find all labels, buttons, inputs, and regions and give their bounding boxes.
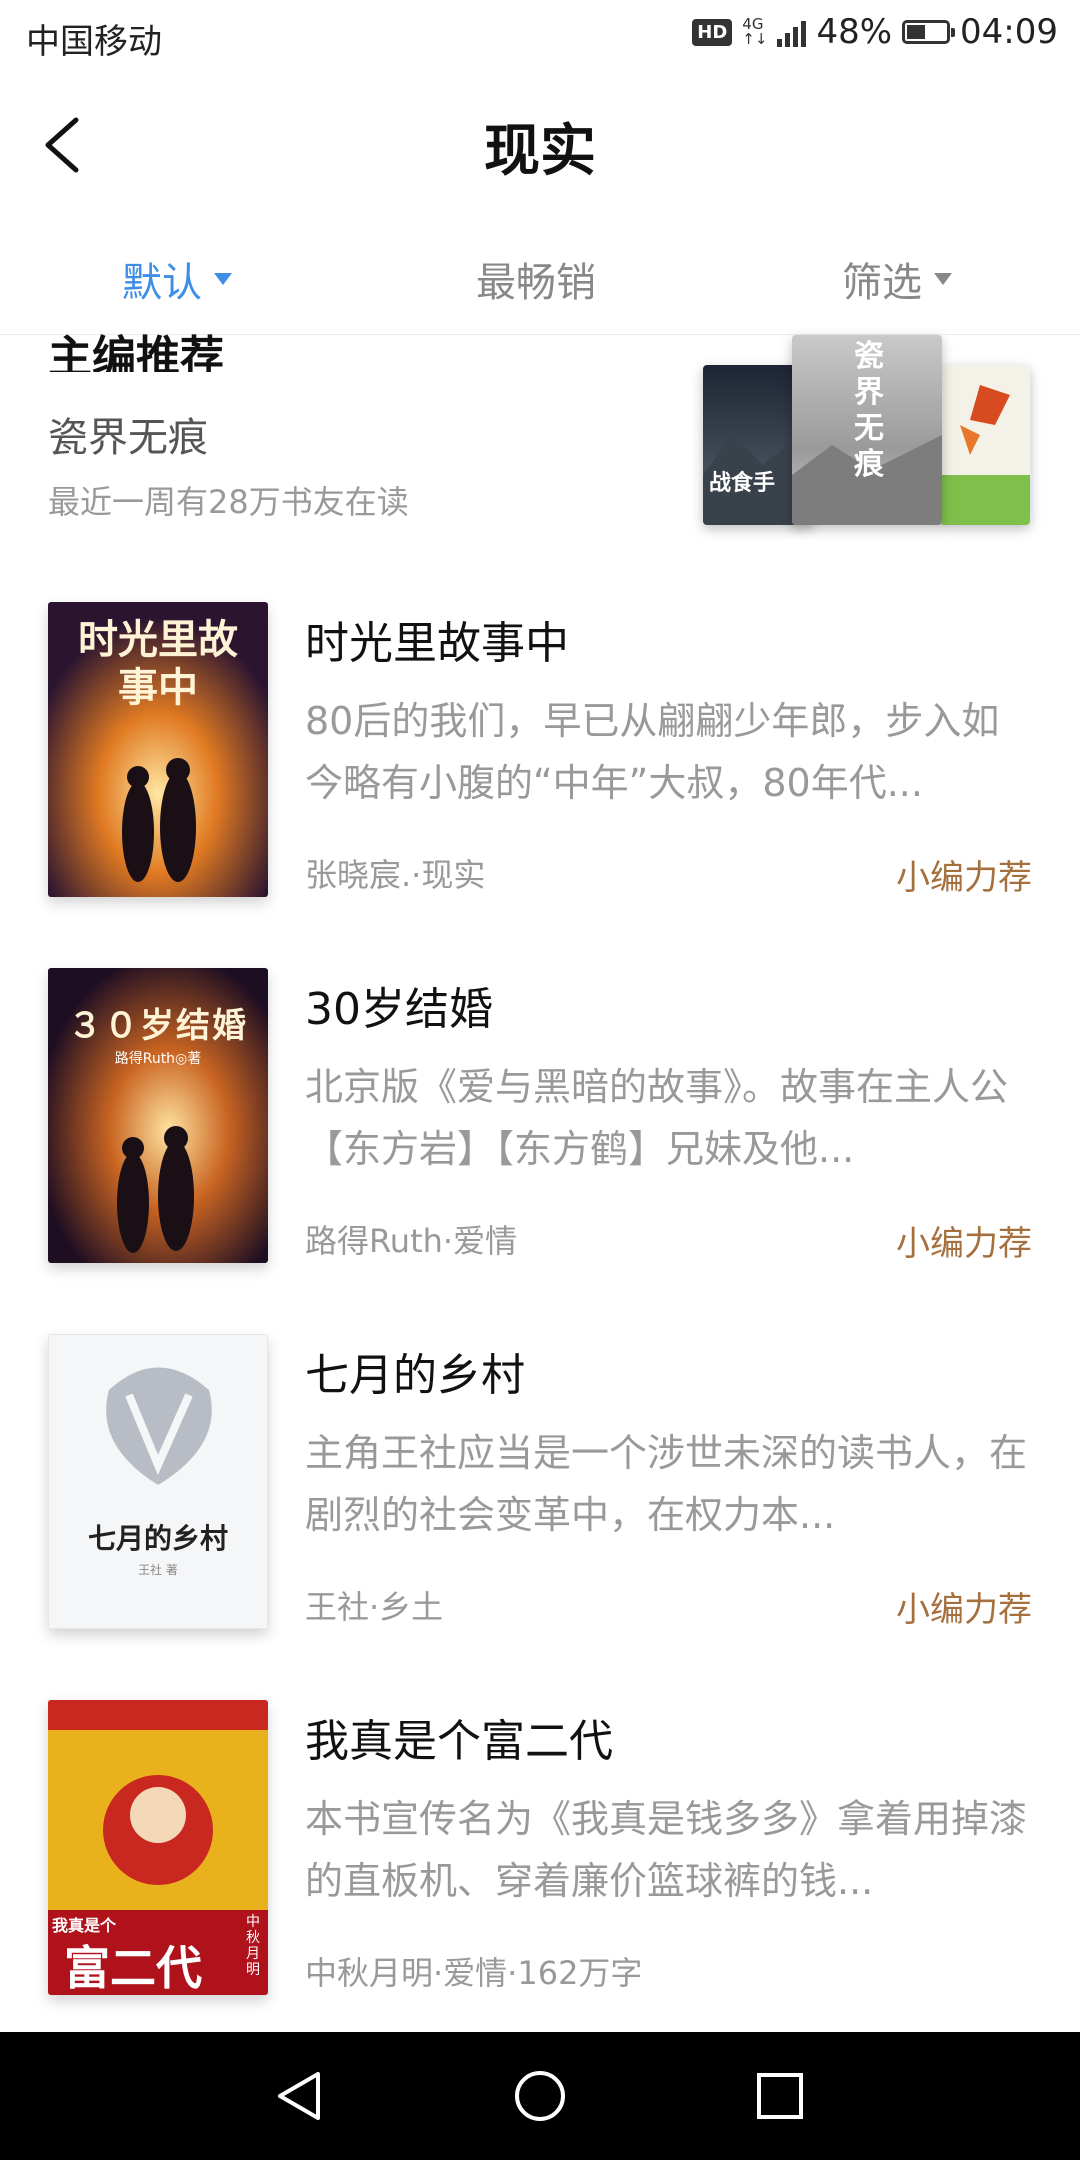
system-nav-bar — [0, 2032, 1080, 2160]
battery-percent: 48% — [816, 12, 893, 52]
nav-home-button[interactable] — [510, 2066, 570, 2126]
recommend-tag: 小编力荐 — [896, 1590, 1032, 1630]
book-meta: 张晓宸.·现实 — [305, 856, 486, 894]
caret-down-icon — [214, 273, 232, 285]
editor-cover-right[interactable] — [940, 365, 1030, 525]
book-meta: 路得Ruth·爱情 — [305, 1222, 518, 1260]
editor-cover-center[interactable]: 瓷界无痕 — [792, 335, 942, 525]
caret-down-icon — [934, 273, 952, 285]
cover-text: ３０岁结婚 — [68, 1006, 248, 1046]
page-title: 现实 — [484, 118, 596, 184]
carrier-name: 中国移动 — [26, 22, 162, 62]
book-title: 我真是个富二代 — [305, 1716, 613, 1767]
tab-filter[interactable]: 筛选 — [842, 250, 952, 308]
cover-side-text: 中秋月明 — [246, 1914, 260, 1978]
tab-default[interactable]: 默认 — [122, 250, 232, 308]
list-item[interactable]: 我真是个 富二代 中秋月明 我真是个富二代 本书宣传名为《我真是钱多多》拿着用掉… — [0, 1700, 1080, 2020]
editor-pick-readers: 最近一周有28万书友在读 — [48, 483, 409, 521]
book-cover: 七月的乡村 王社 著 — [48, 1334, 268, 1629]
battery-icon — [902, 20, 956, 44]
signal-icon — [777, 17, 807, 47]
book-description: 主角王社应当是一个涉世未深的读书人，在剧烈的社会变革中，在权力本... — [305, 1431, 1028, 1537]
recommend-tag: 小编力荐 — [896, 1224, 1032, 1264]
cover-text: 七月的乡村 — [87, 1522, 228, 1555]
clock: 04:09 — [960, 12, 1058, 52]
hd-icon: HD — [692, 18, 733, 46]
cover-text: 富二代 — [64, 1941, 202, 1995]
editor-pick-heading: 主编推荐 — [48, 332, 224, 372]
nav-back-button[interactable] — [270, 2066, 330, 2126]
cover-author: 路得Ruth◎著 — [114, 1051, 202, 1067]
cover-author: 王社 著 — [138, 1563, 178, 1577]
book-meta: 王社·乡土 — [305, 1588, 444, 1626]
editor-pick-book-title: 瓷界无痕 — [48, 415, 208, 461]
tab-bestselling[interactable]: 最畅销 — [476, 250, 596, 308]
book-cover: ３０岁结婚 路得Ruth◎著 — [48, 968, 268, 1263]
nav-recents-button[interactable] — [750, 2066, 810, 2126]
cover-text: 时光里故事中 — [78, 616, 238, 711]
book-description: 80后的我们，早已从翩翩少年郎，步入如今略有小腹的“中年”大叔，80年代... — [305, 699, 1000, 805]
recommend-tag: 小编力荐 — [896, 858, 1032, 898]
book-description: 本书宣传名为《我真是钱多多》拿着用掉漆的直板机、穿着廉价篮球裤的钱... — [305, 1797, 1028, 1903]
triangle-back-icon — [278, 2072, 320, 2120]
list-item[interactable]: ３０岁结婚 路得Ruth◎著 30岁结婚 北京版《爱与黑暗的故事》。故事在主人公… — [0, 968, 1080, 1288]
book-title: 七月的乡村 — [305, 1350, 525, 1401]
cover-text: 战食手 — [709, 470, 776, 496]
book-cover: 时光里故事中 — [48, 602, 268, 897]
status-bar: 中国移动 HD 4G ↑↓ 48% 04:09 — [0, 0, 1080, 72]
circle-home-icon — [515, 2071, 565, 2121]
book-description: 北京版《爱与黑暗的故事》。故事在主人公【东方岩】【东方鹤】兄妹及他... — [305, 1065, 1009, 1171]
book-title: 时光里故事中 — [305, 618, 569, 669]
cover-text: 瓷界无痕 — [854, 339, 884, 482]
square-recents-icon — [757, 2073, 803, 2119]
book-cover: 我真是个 富二代 中秋月明 — [48, 1700, 268, 1995]
book-title: 30岁结婚 — [305, 984, 493, 1035]
list-item[interactable]: 时光里故事中 时光里故事中 80后的我们，早已从翩翩少年郎，步入如今略有小腹的“… — [0, 602, 1080, 922]
book-meta: 中秋月明·爱情·162万字 — [305, 1954, 643, 1992]
list-item[interactable]: 七月的乡村 王社 著 七月的乡村 主角王社应当是一个涉世未深的读书人，在剧烈的社… — [0, 1334, 1080, 1654]
network-type-icon: 4G ↑↓ — [742, 15, 768, 48]
